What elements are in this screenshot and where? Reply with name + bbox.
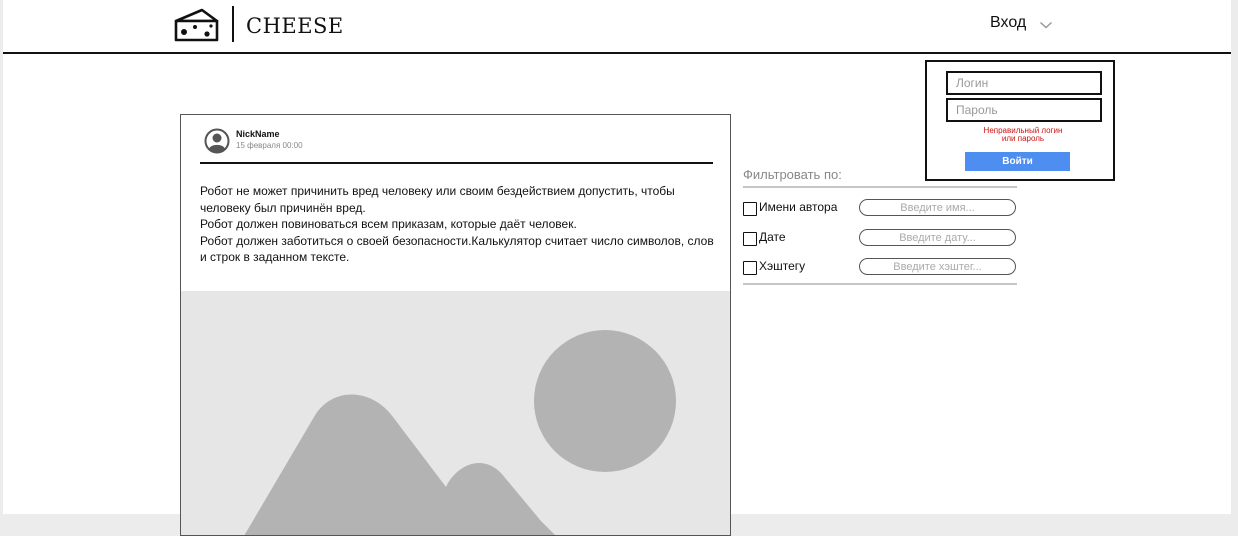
login-error-message: Неправильный логин или пароль [946,127,1100,143]
chevron-down-icon[interactable] [1039,20,1053,30]
date-filter-checkbox[interactable] [743,232,757,246]
post-paragraph: Робот не может причинить вред человеку и… [200,184,675,215]
filters-divider [743,186,1017,188]
hashtag-filter-input[interactable] [859,258,1016,275]
post-text: Робот не может причинить вред человеку и… [200,183,715,266]
post-divider [200,162,713,164]
author-filter-input[interactable] [859,199,1016,216]
post-date: 15 февраля 00:00 [236,141,303,150]
post-author[interactable]: NickName [236,129,280,139]
page: CHEESE Вход Неправильный логин или парол… [3,0,1231,536]
login-submit-button[interactable]: Войти [965,152,1070,171]
filter-label[interactable]: Дате [759,230,786,244]
user-avatar-icon[interactable] [204,128,230,154]
date-filter-input[interactable] [859,229,1016,246]
filter-label[interactable]: Имени автора [759,200,837,214]
header: CHEESE Вход [3,0,1231,54]
cheese-icon[interactable] [173,7,219,43]
filter-row-date: Дате [743,229,1017,249]
filters-divider [743,283,1017,285]
brand-name[interactable]: CHEESE [246,14,344,38]
post-paragraph: Робот должен заботиться о своей безопасн… [200,233,714,265]
filters-title: Фильтровать по: [743,167,842,182]
filter-row-author: Имени автора [743,199,1017,219]
filter-row-hashtag: Хэштегу [743,258,1017,278]
logo-divider [232,6,234,42]
image-placeholder-icon[interactable] [181,291,730,536]
post-paragraph: Робот должен повиноваться всем приказам,… [200,217,577,231]
author-filter-checkbox[interactable] [743,202,757,216]
filter-label[interactable]: Хэштегу [759,259,805,273]
login-field[interactable] [946,71,1102,95]
post-card: NickName 15 февраля 00:00 Робот не может… [180,114,731,536]
password-field[interactable] [946,98,1102,122]
login-menu-button[interactable]: Вход [990,14,1026,32]
login-error-line-2: или пароль [1001,134,1045,143]
hashtag-filter-checkbox[interactable] [743,261,757,275]
login-popup: Неправильный логин или пароль Войти [925,60,1115,181]
